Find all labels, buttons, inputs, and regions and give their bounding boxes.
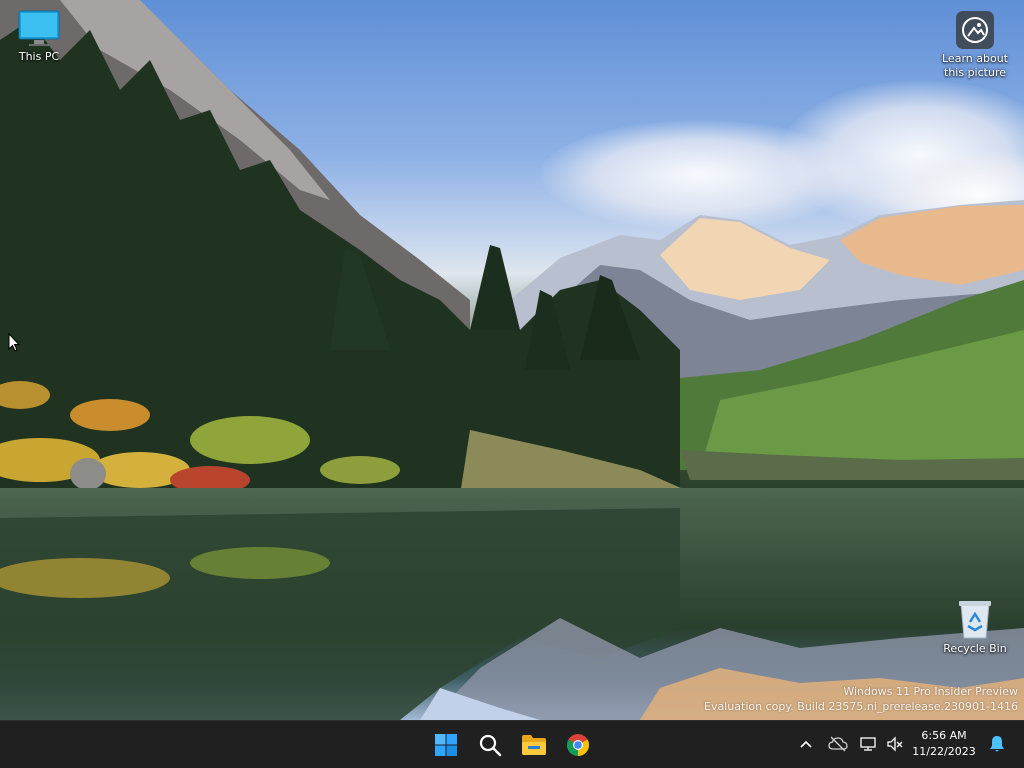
desktop-icon-label: This PC	[18, 50, 60, 63]
taskbar-start-button[interactable]	[428, 727, 464, 763]
watermark-edition: Windows 11 Pro Insider Preview	[843, 685, 1018, 698]
windows-start-icon	[435, 734, 457, 756]
chrome-icon	[567, 734, 589, 756]
notification-bell-icon	[990, 736, 1004, 752]
desktop-icon-learn-about-picture[interactable]: Learn about this picture	[938, 10, 1012, 80]
camera-icon	[955, 10, 995, 50]
recycle-bin-icon	[955, 598, 995, 640]
tray-show-hidden-button[interactable]	[795, 733, 817, 755]
clock-time: 6:56 AM	[921, 729, 967, 742]
desktop-icon-label: Learn about this picture	[942, 52, 1008, 79]
tray-network-button[interactable]	[858, 733, 880, 755]
desktop-icon-label: Recycle Bin	[943, 642, 1007, 655]
mouse-cursor-icon	[8, 333, 20, 352]
watermark-build: Evaluation copy. Build 23575.ni_prerelea…	[704, 700, 1018, 713]
windows-evaluation-watermark: Windows 11 Pro Insider Preview Evaluatio…	[704, 684, 1018, 714]
volume-mute-icon	[887, 736, 903, 752]
desktop-icon-this-pc[interactable]: This PC	[3, 8, 75, 64]
chevron-up-icon	[800, 740, 812, 748]
taskbar-search-button[interactable]	[472, 727, 508, 763]
taskbar-clock[interactable]: 6:56 AM 11/22/2023	[912, 728, 976, 760]
desktop-icon-recycle-bin[interactable]: Recycle Bin	[939, 598, 1011, 656]
clock-date: 11/22/2023	[912, 745, 976, 758]
taskbar: 6:56 AM 11/22/2023	[0, 720, 1024, 768]
folder-icon	[522, 735, 546, 755]
desktop-wallpaper[interactable]: This PC Learn about this picture Recycle…	[0, 0, 1024, 720]
tray-notifications-button[interactable]	[986, 733, 1008, 755]
taskbar-chrome-button[interactable]	[560, 727, 596, 763]
network-icon	[860, 737, 876, 751]
cloud-off-icon	[828, 736, 848, 752]
search-icon	[479, 734, 502, 757]
tray-onedrive-button[interactable]	[827, 733, 849, 755]
monitor-icon	[17, 8, 61, 48]
tray-volume-button[interactable]	[884, 733, 906, 755]
taskbar-file-explorer-button[interactable]	[516, 727, 552, 763]
